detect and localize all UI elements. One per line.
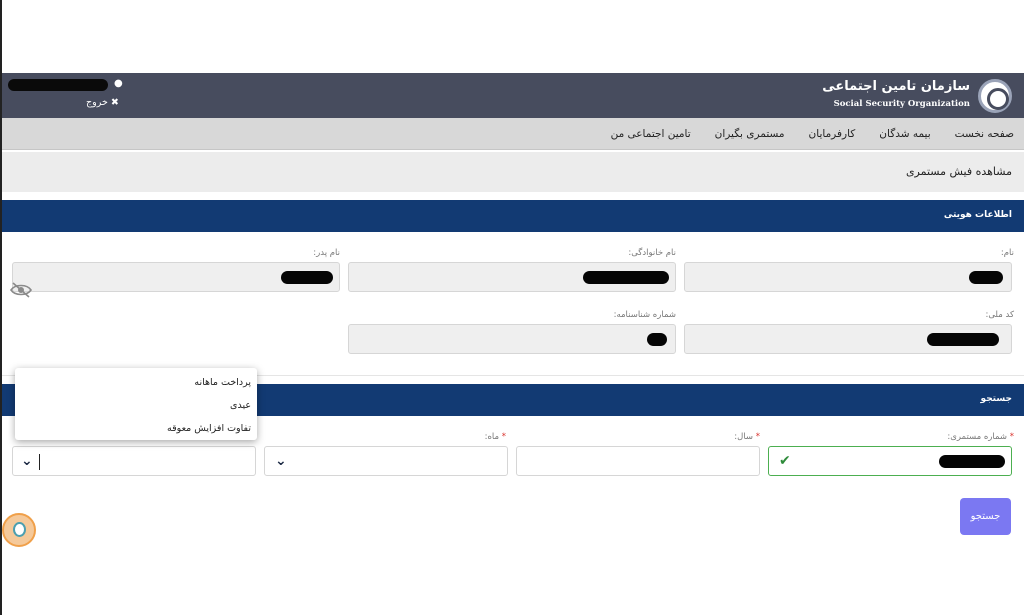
page-title-bar: مشاهده فیش مستمری bbox=[2, 152, 1024, 192]
nav-item-insured[interactable]: بیمه شدگان bbox=[879, 128, 930, 140]
redacted-value bbox=[281, 271, 333, 284]
user-menu: ● ✖ خروج bbox=[8, 77, 128, 113]
logo-persian-text: سازمان تامین اجتماعی bbox=[822, 79, 970, 94]
chat-widget-icon[interactable] bbox=[2, 513, 36, 547]
dropdown-option-arrears[interactable]: تفاوت افزایش معوقه bbox=[167, 423, 251, 434]
chat-icon bbox=[13, 522, 26, 537]
redacted-value bbox=[927, 333, 999, 346]
identity-section-header: اطلاعات هویتی bbox=[2, 200, 1024, 232]
organization-emblem-icon bbox=[978, 79, 1012, 113]
site-logo[interactable]: سازمان تامین اجتماعی Social Security Org… bbox=[822, 77, 1012, 115]
id-number-field bbox=[348, 324, 676, 354]
pension-number-label: * شماره مستمری: bbox=[947, 432, 1014, 442]
id-number-label: شماره شناسنامه: bbox=[613, 310, 676, 320]
user-icon: ● bbox=[114, 78, 123, 89]
site-header: سازمان تامین اجتماعی Social Security Org… bbox=[2, 73, 1024, 118]
father-name-field bbox=[12, 262, 340, 292]
last-name-field bbox=[348, 262, 676, 292]
month-label: * ماه: bbox=[484, 432, 506, 442]
redacted-value bbox=[583, 271, 669, 284]
chevron-down-icon: ⌄ bbox=[275, 453, 287, 469]
app-window: سازمان تامین اجتماعی Social Security Org… bbox=[0, 0, 1024, 615]
dropdown-option-bonus[interactable]: عیدی bbox=[230, 400, 251, 411]
nav-item-home[interactable]: صفحه نخست bbox=[955, 128, 1014, 140]
check-icon: ✔ bbox=[779, 453, 791, 469]
page-title: مشاهده فیش مستمری bbox=[905, 165, 1012, 178]
pension-number-select[interactable]: ✔ bbox=[768, 446, 1012, 476]
identity-panel bbox=[2, 232, 1024, 376]
year-label: * سال: bbox=[734, 432, 760, 442]
nav-item-employers[interactable]: کارفرمایان bbox=[809, 128, 856, 140]
text-cursor bbox=[39, 454, 40, 470]
user-name-redacted bbox=[8, 79, 108, 91]
logout-link[interactable]: ✖ خروج bbox=[86, 97, 119, 108]
redacted-value bbox=[647, 333, 667, 346]
nav-item-pensioners[interactable]: مستمری بگیران bbox=[715, 128, 785, 140]
dropdown-option-monthly[interactable]: پرداخت ماهانه bbox=[194, 377, 251, 388]
redacted-value bbox=[939, 455, 1005, 468]
redacted-value bbox=[969, 271, 1003, 284]
national-code-field bbox=[684, 324, 1012, 354]
father-name-label: نام پدر: bbox=[313, 248, 340, 258]
logo-english-text: Social Security Organization bbox=[833, 99, 970, 109]
nav-item-my-social-security[interactable]: تامین اجتماعی من bbox=[611, 128, 691, 140]
payment-type-select[interactable]: ⌄ bbox=[12, 446, 256, 476]
first-name-label: نام: bbox=[1000, 248, 1014, 258]
hide-eye-icon[interactable] bbox=[10, 282, 32, 298]
payment-type-dropdown: پرداخت ماهانه عیدی تفاوت افزایش معوقه bbox=[15, 368, 257, 440]
last-name-label: نام خانوادگی: bbox=[628, 248, 676, 258]
search-button[interactable]: جستجو bbox=[960, 498, 1011, 535]
search-section-title: جستجو bbox=[980, 394, 1012, 404]
first-name-field bbox=[684, 262, 1012, 292]
national-code-label: کد ملی: bbox=[985, 310, 1014, 320]
chevron-down-icon: ⌄ bbox=[21, 453, 33, 469]
month-select[interactable]: ⌄ bbox=[264, 446, 508, 476]
identity-section-title: اطلاعات هویتی bbox=[943, 210, 1012, 220]
main-nav: صفحه نخست بیمه شدگان کارفرمایان مستمری ب… bbox=[2, 118, 1024, 150]
year-input[interactable] bbox=[516, 446, 760, 476]
